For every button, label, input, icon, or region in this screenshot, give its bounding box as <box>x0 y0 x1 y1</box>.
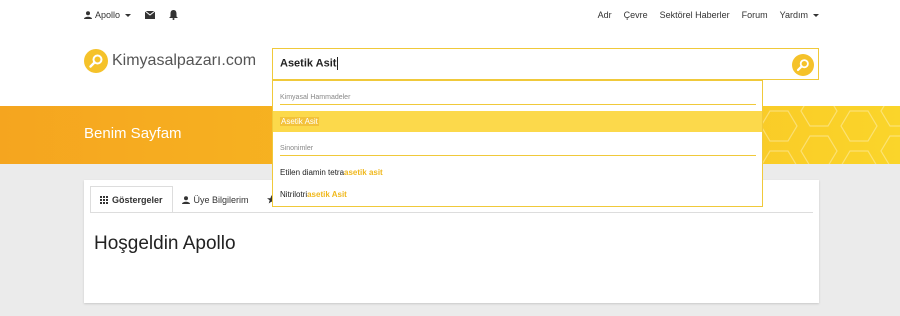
suggestion-item[interactable]: Nitrilotri asetik Asit <box>273 184 762 205</box>
site-logo[interactable]: Kimyasalpazarı.com <box>84 49 256 73</box>
search-input[interactable]: Asetik Asit <box>280 57 760 70</box>
search-value: Asetik Asit <box>280 57 337 70</box>
top-bar-left: Apollo <box>84 10 179 20</box>
suggestion-section-hammadeler: Kimyasal Hammadeler <box>280 94 756 105</box>
messages-button[interactable] <box>145 11 156 19</box>
grid-icon <box>100 195 108 204</box>
suggestion-match: asetik Asit <box>307 190 347 199</box>
user-icon <box>84 11 92 19</box>
help-label: Yardım <box>779 10 808 20</box>
help-menu[interactable]: Yardım <box>780 10 819 20</box>
suggestion-section-sinonimler: Sinonimler <box>280 145 756 156</box>
tab-label: Üye Bilgilerim <box>193 194 249 205</box>
envelope-icon <box>145 11 156 19</box>
magnifier-logo-icon <box>84 49 108 73</box>
chevron-down-icon <box>125 13 132 17</box>
suggestion-text: Nitrilotri <box>280 190 308 199</box>
user-menu[interactable]: Apollo <box>84 10 132 20</box>
user-icon <box>181 195 190 204</box>
suggestion-item[interactable]: Etilen diamin tetra asetik asit <box>273 162 762 183</box>
link-cevre[interactable]: Çevre <box>624 10 648 20</box>
logo-text: Kimyasalpazarı.com <box>112 52 257 69</box>
tab-label: Göstergeler <box>112 194 163 205</box>
text-cursor <box>337 57 339 70</box>
link-forum[interactable]: Forum <box>742 10 768 20</box>
notifications-button[interactable] <box>169 10 179 20</box>
welcome-heading: Hoşgeldin Apollo <box>94 233 236 254</box>
suggestion-match: asetik asit <box>344 168 383 177</box>
tab-divider <box>90 212 813 213</box>
hexagon-pattern <box>760 106 900 164</box>
top-bar-right: Adr Çevre Sektörel Haberler Forum Yardım <box>598 10 819 20</box>
suggestion-item[interactable]: Asetik Asit <box>273 111 762 132</box>
link-adr[interactable]: Adr <box>598 10 612 20</box>
search-icon <box>796 59 809 72</box>
tab-gostergeler[interactable]: Göstergeler <box>90 186 173 213</box>
bell-icon <box>169 10 179 20</box>
suggestion-text: Etilen diamin tetra <box>280 168 345 177</box>
search-box: Asetik Asit <box>272 48 819 80</box>
tab-bar: Göstergeler Üye Bilgilerim <box>90 186 285 213</box>
chevron-down-icon <box>813 13 819 17</box>
search-button[interactable] <box>792 54 814 76</box>
search-suggestions: Kimyasal Hammadeler Asetik Asit Sinoniml… <box>272 80 763 207</box>
tab-uye-bilgilerim[interactable]: Üye Bilgilerim <box>173 186 258 213</box>
page-title: Benim Sayfam <box>84 125 182 142</box>
user-name: Apollo <box>95 10 121 20</box>
suggestion-match: Asetik Asit <box>280 117 319 126</box>
top-bar: Apollo Adr Çevre Sektörel Haberler Forum… <box>0 0 900 34</box>
link-sektorel-haberler[interactable]: Sektörel Haberler <box>660 10 730 20</box>
